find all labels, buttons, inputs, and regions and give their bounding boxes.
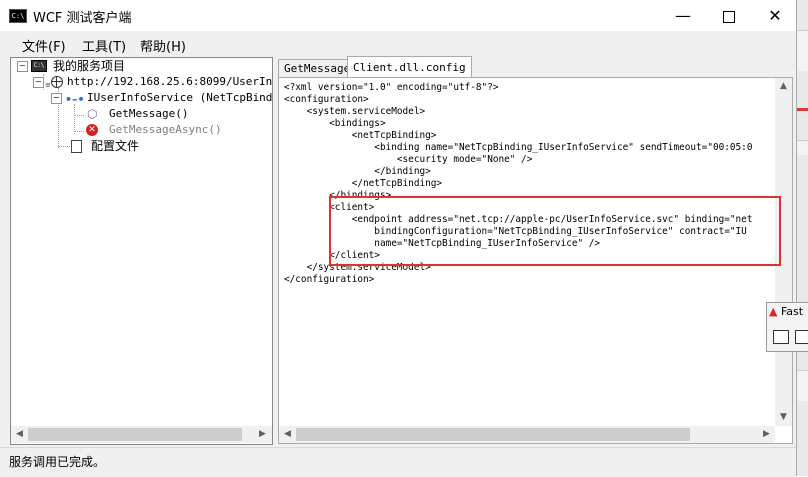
interface-icon: •–• (65, 93, 85, 106)
file-icon (71, 140, 82, 153)
tab-getmessage[interactable]: GetMessage (278, 59, 357, 78)
detail-pane: GetMessage Client.dll.config <?xml versi… (277, 56, 795, 444)
collapse-icon[interactable]: – (33, 77, 44, 88)
app-console-icon: C:\ (9, 9, 27, 23)
scroll-right-icon[interactable]: ▶ (254, 426, 271, 443)
code-line: <client> (284, 202, 375, 213)
code-line: <?xml version="1.0" encoding="utf-8"?> (284, 82, 499, 93)
tree-node-label: 配置文件 (91, 139, 140, 153)
config-horizontal-scrollbar[interactable]: ◀ ▶ (279, 426, 775, 443)
maximize-button[interactable] (706, 0, 752, 31)
maximize-icon (723, 10, 735, 23)
config-vertical-scrollbar[interactable]: ▲ ▼ (775, 78, 792, 426)
close-icon: ✕ (768, 6, 782, 25)
status-bar: 服务调用已完成。 (0, 447, 796, 477)
menu-help[interactable]: 帮助(H) (140, 36, 186, 55)
tree-node-label: http://192.168.25.6:8099/UserInfo (67, 75, 273, 88)
title-bar[interactable]: C:\ WCF 测试客户端 — ✕ (0, 0, 796, 31)
scrollbar-thumb[interactable] (28, 428, 242, 441)
floating-window-title: ▲ Fast (769, 305, 803, 318)
code-line: name="NetTcpBinding_IUserInfoService" /> (284, 238, 601, 249)
app-logo-icon: ▲ (769, 305, 778, 318)
connector-icon: ≡ (45, 81, 51, 89)
code-line: </system.serviceModel> (284, 262, 431, 273)
tab-client-config[interactable]: Client.dll.config (347, 56, 472, 78)
tree-node-label: GetMessage() (109, 107, 189, 120)
status-text: 服务调用已完成。 (9, 455, 106, 469)
error-icon: ✕ (86, 124, 98, 136)
scroll-down-icon[interactable]: ▼ (775, 409, 792, 426)
scroll-up-icon[interactable]: ▲ (775, 78, 792, 95)
wcf-test-client-window: C:\ WCF 测试客户端 — ✕ 文件(F) 工具(T) 帮助(H) – C:… (0, 0, 797, 477)
code-line: </configuration> (284, 274, 375, 285)
code-line: bindingConfiguration="NetTcpBinding_IUse… (284, 226, 747, 237)
menu-bar: 文件(F) 工具(T) 帮助(H) (0, 31, 796, 56)
code-line: </bindings> (284, 190, 392, 201)
close-button[interactable]: ✕ (752, 0, 798, 31)
config-text-area[interactable]: <?xml version="1.0" encoding="utf-8"?> <… (279, 78, 775, 426)
menu-tools[interactable]: 工具(T) (82, 36, 126, 55)
method-icon: ⬡ (87, 107, 98, 121)
scroll-right-icon[interactable]: ▶ (758, 426, 775, 443)
code-line: <bindings> (284, 118, 386, 129)
tree-horizontal-scrollbar[interactable]: ◀ ▶ (11, 426, 272, 443)
code-line: </client> (284, 250, 380, 261)
menu-file[interactable]: 文件(F) (22, 36, 66, 55)
tree-node-label: 我的服务项目 (53, 59, 126, 73)
code-line: <configuration> (284, 94, 369, 105)
config-viewer[interactable]: <?xml version="1.0" encoding="utf-8"?> <… (278, 77, 793, 444)
code-line: </netTcpBinding> (284, 178, 443, 189)
floating-app-window[interactable]: ▲ Fast (766, 302, 808, 352)
scroll-left-icon[interactable]: ◀ (11, 426, 28, 443)
minimize-button[interactable]: — (660, 0, 706, 31)
window-layout-icon[interactable] (795, 330, 808, 344)
globe-icon (51, 76, 63, 88)
code-line: <system.serviceModel> (284, 106, 426, 117)
minimize-icon: — (675, 6, 691, 25)
tree-node-label: IUserInfoService (NetTcpBindin (87, 91, 273, 104)
project-console-icon: C:\ (31, 60, 47, 72)
code-line: </binding> (284, 166, 431, 177)
code-line: <security mode="None" /> (284, 154, 533, 165)
code-line: <endpoint address="net.tcp://apple-pc/Us… (284, 214, 753, 225)
tree-node-label: GetMessageAsync() (109, 123, 222, 136)
window-title: WCF 测试客户端 (33, 11, 132, 26)
scrollbar-thumb[interactable] (296, 428, 690, 441)
restore-window-icon[interactable] (773, 330, 789, 344)
collapse-icon[interactable]: – (51, 93, 62, 104)
service-tree[interactable]: – C:\ 我的服务项目 – ≡ http://192.168.25.6:809… (10, 57, 273, 445)
code-line: <netTcpBinding> (284, 130, 437, 141)
code-line: <binding name="NetTcpBinding_IUserInfoSe… (284, 142, 753, 153)
collapse-icon[interactable]: – (17, 61, 28, 72)
scroll-left-icon[interactable]: ◀ (279, 426, 296, 443)
floating-title-text: Fast (780, 305, 804, 318)
